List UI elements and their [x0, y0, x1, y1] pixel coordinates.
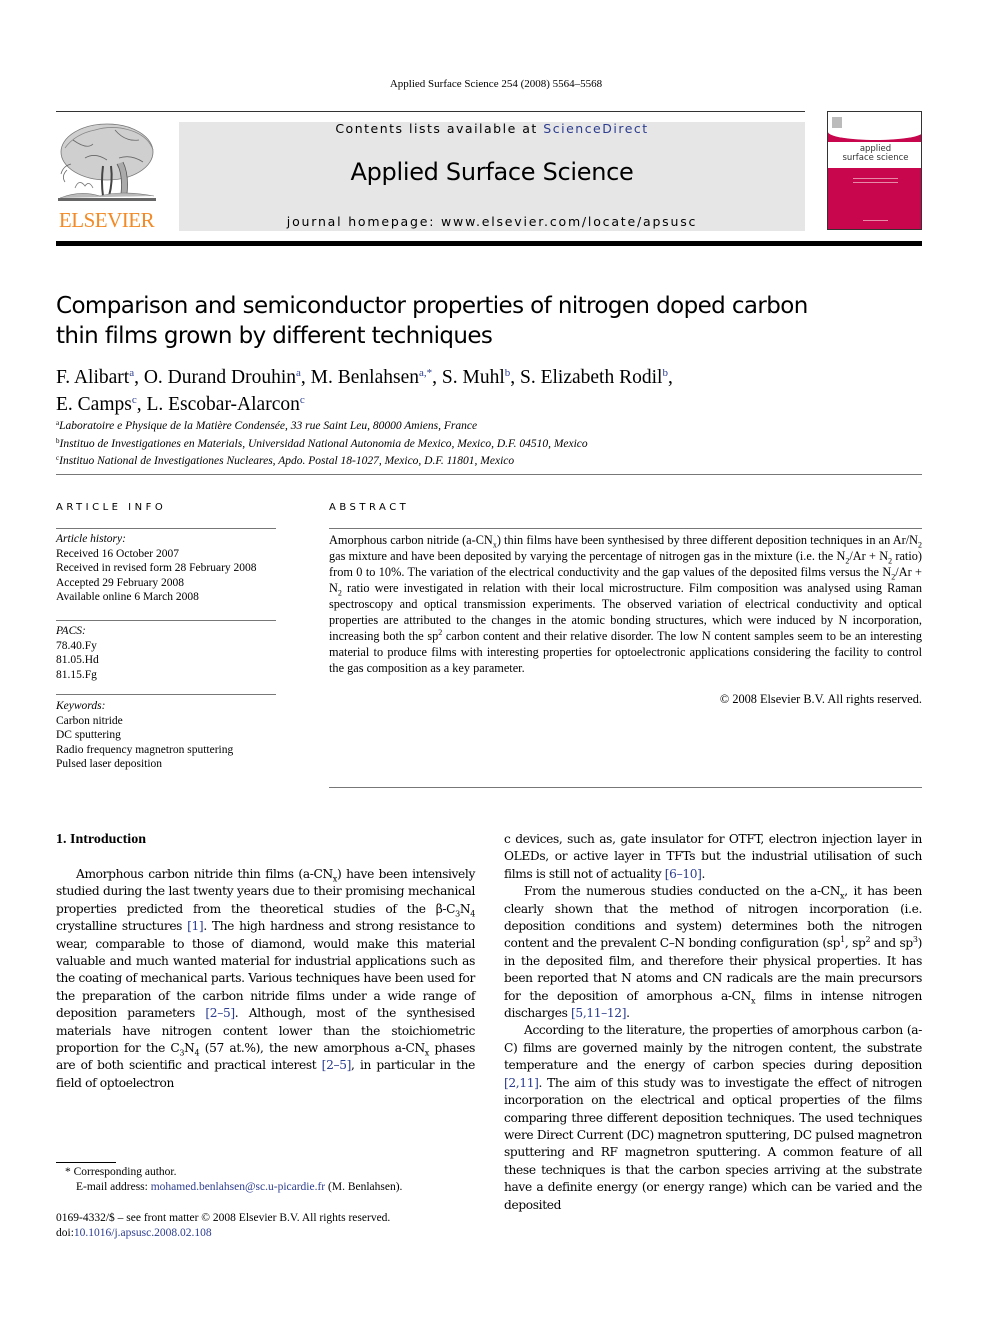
- paragraph: From the numerous studies conducted on t…: [504, 884, 923, 1021]
- body-column-left: Amorphous carbon nitride thin films (a-C…: [56, 866, 475, 1092]
- section-divider: [56, 474, 922, 475]
- doi-link[interactable]: 10.1016/j.apsusc.2008.02.108: [74, 1227, 212, 1239]
- author[interactable]: S. Elizabeth Rodilb: [520, 367, 668, 388]
- homepage-link[interactable]: www.elsevier.com/locate/apsusc: [441, 214, 697, 229]
- affiliation: aLaboratoire e Physique de la Matière Co…: [56, 419, 478, 432]
- running-head: Applied Surface Science 254 (2008) 5564–…: [389, 78, 603, 90]
- citation-link[interactable]: [1]: [187, 919, 204, 933]
- abstract-copyright: © 2008 Elsevier B.V. All rights reserved…: [719, 692, 922, 706]
- article-history: Article history: Received 16 October 200…: [56, 533, 257, 603]
- affiliations: aLaboratoire e Physique de la Matière Co…: [56, 416, 856, 469]
- elsevier-logo[interactable]: ELSEVIER: [55, 118, 158, 233]
- author[interactable]: M. Benlahsena,*: [311, 367, 432, 388]
- keyword: DC sputtering: [56, 729, 121, 741]
- cover-publisher-icon: [832, 117, 842, 128]
- keywords: Keywords: Carbon nitride DC sputtering R…: [56, 699, 286, 772]
- citation-link[interactable]: [2–5]: [322, 1058, 352, 1072]
- paragraph: Amorphous carbon nitride thin films (a-C…: [56, 867, 475, 1090]
- corresponding-author-footnote: * Corresponding author. E-mail address: …: [65, 1166, 403, 1193]
- author[interactable]: L. Escobar-Alarconc: [146, 394, 304, 415]
- author[interactable]: F. Alibarta: [56, 367, 134, 388]
- tree-icon: [58, 123, 156, 201]
- citation-link[interactable]: [5,11–12]: [571, 1006, 626, 1020]
- keyword: Pulsed laser deposition: [56, 758, 163, 770]
- citation-link[interactable]: [6–10]: [665, 867, 702, 881]
- paragraph-continued: c devices, such as, gate insulator for O…: [504, 832, 922, 881]
- journal-masthead: Contents lists available at ScienceDirec…: [179, 122, 805, 231]
- email-link[interactable]: mohamed.benlahsen@sc.u-picardie.fr: [151, 1181, 325, 1193]
- section-heading-introduction: 1. Introduction: [56, 832, 146, 847]
- cover-title: applied surface science: [842, 144, 909, 163]
- contents-line: Contents lists available at ScienceDirec…: [179, 122, 805, 136]
- article-title: Comparison and semiconductor properties …: [56, 293, 808, 349]
- keyword: Radio frequency magnetron sputtering: [56, 743, 234, 756]
- header-rule: [56, 111, 805, 112]
- issn-line: 0169-4332/$ – see front matter © 2008 El…: [56, 1212, 391, 1224]
- abstract-heading: ABSTRACT: [329, 502, 410, 513]
- masthead-rule: [56, 241, 922, 246]
- journal-cover-thumbnail[interactable]: applied surface science: [827, 111, 922, 230]
- pacs-codes: PACS: 78.40.Fy 81.05.Hd 81.15.Fg: [56, 625, 99, 681]
- doi-line: doi:10.1016/j.apsusc.2008.02.108: [56, 1227, 212, 1239]
- sciencedirect-link[interactable]: ScienceDirect: [543, 121, 648, 136]
- author[interactable]: E. Campsc: [56, 394, 137, 415]
- citation-link[interactable]: [2,11]: [504, 1076, 539, 1090]
- affiliation: cInstituo National de Investigationes Nu…: [56, 454, 515, 467]
- paragraph: According to the literature, the propert…: [504, 1023, 922, 1212]
- footnote-rule: [56, 1162, 116, 1163]
- journal-homepage: journal homepage: www.elsevier.com/locat…: [179, 214, 805, 229]
- author-list: F. Alibarta, O. Durand Drouhina, M. Benl…: [56, 367, 673, 415]
- front-matter: 0169-4332/$ – see front matter © 2008 El…: [56, 1211, 476, 1241]
- author[interactable]: O. Durand Drouhina: [144, 367, 301, 388]
- keyword: Carbon nitride: [56, 714, 123, 727]
- author[interactable]: S. Muhlb: [442, 367, 510, 388]
- elsevier-wordmark: ELSEVIER: [58, 208, 155, 232]
- homepage-label: journal homepage:: [286, 214, 442, 229]
- body-column-right: c devices, such as, gate insulator for O…: [504, 831, 922, 1214]
- contents-prefix: Contents lists available at: [335, 121, 544, 136]
- affiliation: bInstituo de Investigationes en Material…: [56, 436, 588, 450]
- abstract-text: Amorphous carbon nitride (a-CNx) thin fi…: [329, 533, 923, 675]
- citation-link[interactable]: [2–5]: [205, 1006, 235, 1020]
- journal-title[interactable]: Applied Surface Science: [179, 158, 805, 186]
- article-info-heading: ARTICLE INFO: [56, 502, 167, 513]
